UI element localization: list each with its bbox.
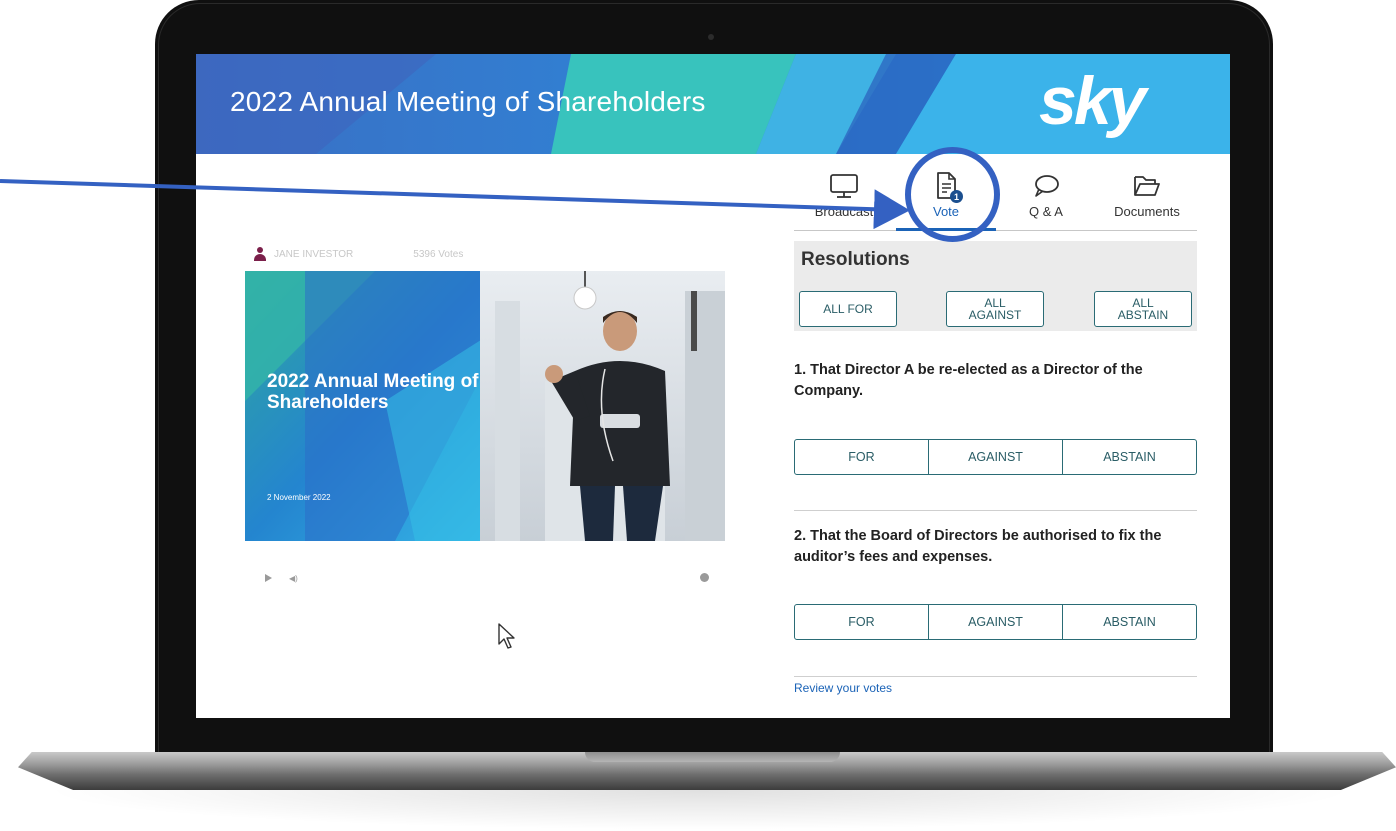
- annotation-arrow: [0, 179, 910, 230]
- stage: 2022 Annual Meeting of Shareholders sky …: [0, 0, 1396, 831]
